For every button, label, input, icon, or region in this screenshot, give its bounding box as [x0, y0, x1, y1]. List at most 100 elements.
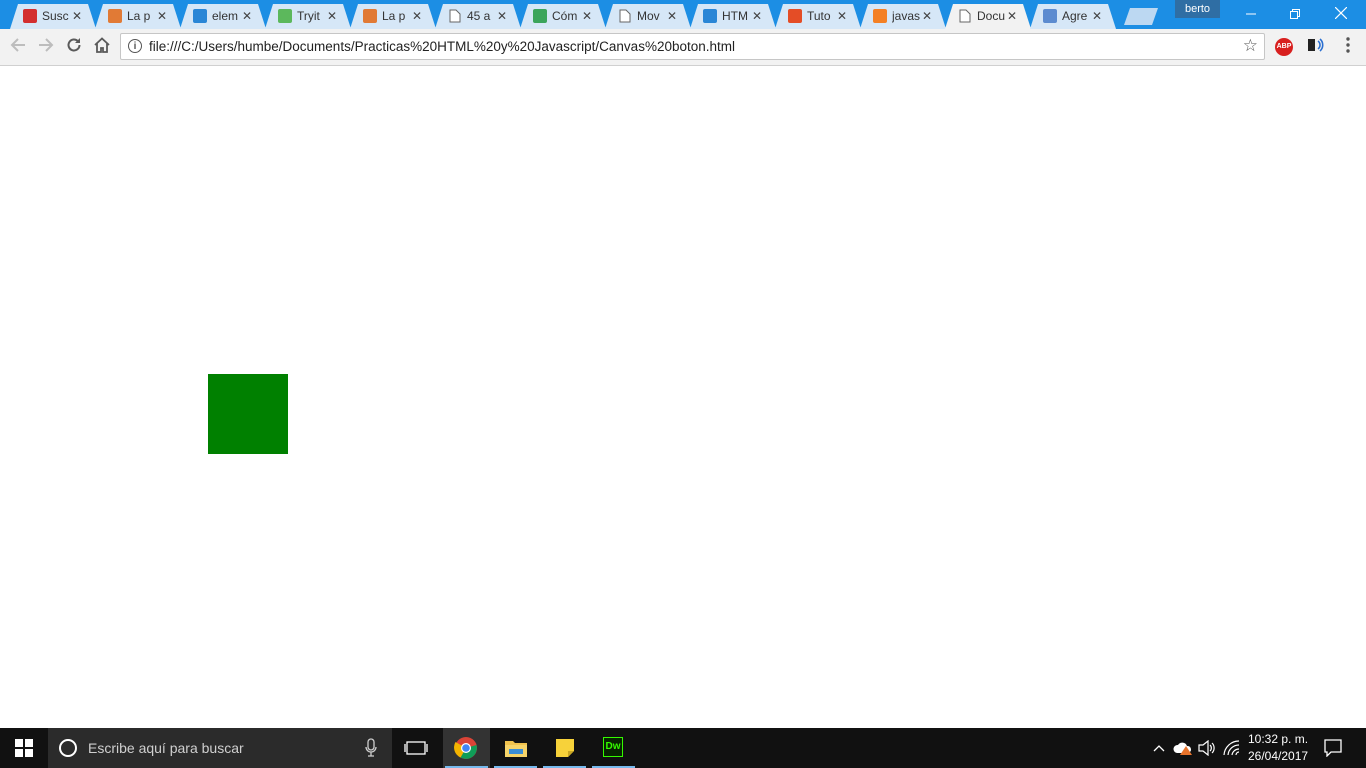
cortana-icon	[59, 739, 77, 757]
browser-tab[interactable]: La p ✕	[350, 4, 436, 29]
tab-title: La p	[382, 9, 406, 23]
taskbar-app-chrome[interactable]	[443, 728, 490, 768]
onedrive-warning-icon[interactable]	[1173, 740, 1193, 756]
back-button[interactable]	[6, 36, 30, 58]
arrow-left-icon	[10, 38, 25, 52]
action-center-icon[interactable]	[1324, 739, 1342, 757]
taskbar-app-sticky-notes[interactable]	[541, 728, 588, 768]
tab-title: Docu	[977, 9, 1006, 23]
tab-close-icon[interactable]: ✕	[1005, 8, 1019, 24]
info-icon[interactable]: i	[128, 39, 142, 53]
browser-tab[interactable]: Tryit ✕	[265, 4, 351, 29]
tab-close-icon[interactable]: ✕	[240, 8, 254, 24]
tab-title: elem	[212, 9, 239, 23]
image-blue-icon	[193, 9, 207, 23]
clock-time[interactable]: 10:32 p. m.	[1248, 732, 1308, 746]
folder-icon	[505, 741, 527, 757]
w3-tryit-icon	[278, 9, 292, 23]
task-view-icon[interactable]	[404, 738, 428, 758]
restore-icon	[1290, 9, 1300, 19]
browser-tab[interactable]: javas ✕	[860, 4, 946, 29]
browser-titlebar: Susc ✕ La p ✕ elem ✕ Tryit ✕ La p ✕ 45 a ✕ Cóm ✕ Mov ✕ H…	[0, 0, 1366, 29]
tab-title: Agre	[1062, 9, 1088, 23]
arrow-right-icon	[39, 38, 54, 52]
chevron-up-icon[interactable]	[1153, 744, 1165, 752]
browser-tab[interactable]: elem ✕	[180, 4, 266, 29]
read-aloud-extension-icon[interactable]	[1306, 37, 1326, 57]
w3schools-icon	[363, 9, 377, 23]
home-icon	[94, 37, 110, 53]
windows-logo-icon	[15, 739, 33, 757]
minimize-icon	[1246, 13, 1256, 15]
browser-tab[interactable]: Susc ✕	[10, 4, 96, 29]
tab-close-icon[interactable]: ✕	[665, 8, 679, 24]
chrome-icon	[454, 737, 477, 759]
tab-title: javas	[892, 9, 921, 23]
volume-icon[interactable]	[1198, 740, 1216, 756]
address-bar[interactable]: i file:///C:/Users/humbe/Documents/Pract…	[120, 33, 1265, 60]
browser-tab[interactable]: Tuto ✕	[775, 4, 861, 29]
browser-toolbar: i file:///C:/Users/humbe/Documents/Pract…	[0, 29, 1366, 66]
speaker-book-icon	[1308, 38, 1324, 52]
reload-icon	[67, 38, 81, 52]
tab-close-icon[interactable]: ✕	[325, 8, 339, 24]
stackoverflow-icon	[873, 9, 887, 23]
tab-title: Tuto	[807, 9, 831, 23]
tab-title: La p	[127, 9, 151, 23]
wifi-icon[interactable]	[1223, 740, 1241, 756]
taskbar-search-box[interactable]: Escribe aquí para buscar	[48, 728, 392, 768]
blue-site-icon	[1043, 9, 1057, 23]
browser-tab[interactable]: La p ✕	[95, 4, 181, 29]
forward-button[interactable]	[34, 36, 58, 58]
close-icon	[1334, 6, 1348, 20]
dreamweaver-icon: Dw	[603, 737, 623, 757]
url-text[interactable]: file:///C:/Users/humbe/Documents/Practic…	[149, 39, 735, 54]
page-icon	[958, 9, 972, 23]
tab-close-icon[interactable]: ✕	[580, 8, 594, 24]
canvas-green-square[interactable]	[208, 374, 288, 454]
tab-close-icon[interactable]: ✕	[750, 8, 764, 24]
tab-title: Cóm	[552, 9, 578, 23]
tab-title: Mov	[637, 9, 660, 23]
image-blue-icon	[703, 9, 717, 23]
profile-button[interactable]: berto	[1175, 0, 1220, 18]
bookmark-star-icon[interactable]: ☆	[1243, 36, 1258, 56]
tab-close-icon[interactable]: ✕	[155, 8, 169, 24]
w3schools-icon	[108, 9, 122, 23]
new-tab-button[interactable]	[1124, 8, 1158, 25]
tab-close-icon[interactable]: ✕	[410, 8, 424, 24]
start-button[interactable]	[0, 728, 48, 768]
html5-icon	[788, 9, 802, 23]
sticky-notes-icon	[556, 739, 574, 757]
page-viewport	[0, 66, 1366, 728]
tab-close-icon[interactable]: ✕	[920, 8, 934, 24]
taskbar-app-file-explorer[interactable]	[492, 728, 539, 768]
tab-title: Tryit	[297, 9, 320, 23]
browser-tab[interactable]: Cóm ✕	[520, 4, 606, 29]
tab-title: HTM	[722, 9, 748, 23]
home-button[interactable]	[90, 36, 114, 58]
browser-tab[interactable]: 45 a ✕	[435, 4, 521, 29]
page-icon	[618, 9, 632, 23]
minimize-button[interactable]	[1228, 0, 1274, 29]
tab-close-icon[interactable]: ✕	[1090, 8, 1104, 24]
clock-date[interactable]: 26/04/2017	[1248, 749, 1308, 763]
browser-tab[interactable]: HTM ✕	[690, 4, 776, 29]
close-window-button[interactable]	[1318, 0, 1364, 29]
page-icon	[448, 9, 462, 23]
search-placeholder: Escribe aquí para buscar	[88, 740, 244, 756]
restore-button[interactable]	[1272, 0, 1318, 29]
reload-button[interactable]	[62, 36, 86, 58]
browser-tab[interactable]: Docu ✕	[945, 4, 1031, 29]
adblock-plus-icon[interactable]: ABP	[1275, 38, 1293, 56]
tab-close-icon[interactable]: ✕	[70, 8, 84, 24]
chrome-menu-button[interactable]	[1338, 36, 1358, 58]
tab-close-icon[interactable]: ✕	[495, 8, 509, 24]
browser-tab[interactable]: Agre ✕	[1030, 4, 1116, 29]
browser-tab[interactable]: Mov ✕	[605, 4, 691, 29]
taskbar-app-dreamweaver[interactable]: Dw	[590, 728, 637, 768]
tab-close-icon[interactable]: ✕	[835, 8, 849, 24]
windows-taskbar: Escribe aquí para buscar Dw 10:32 p. m. …	[0, 728, 1366, 768]
tab-title: 45 a	[467, 9, 491, 23]
microphone-icon[interactable]	[364, 738, 378, 758]
